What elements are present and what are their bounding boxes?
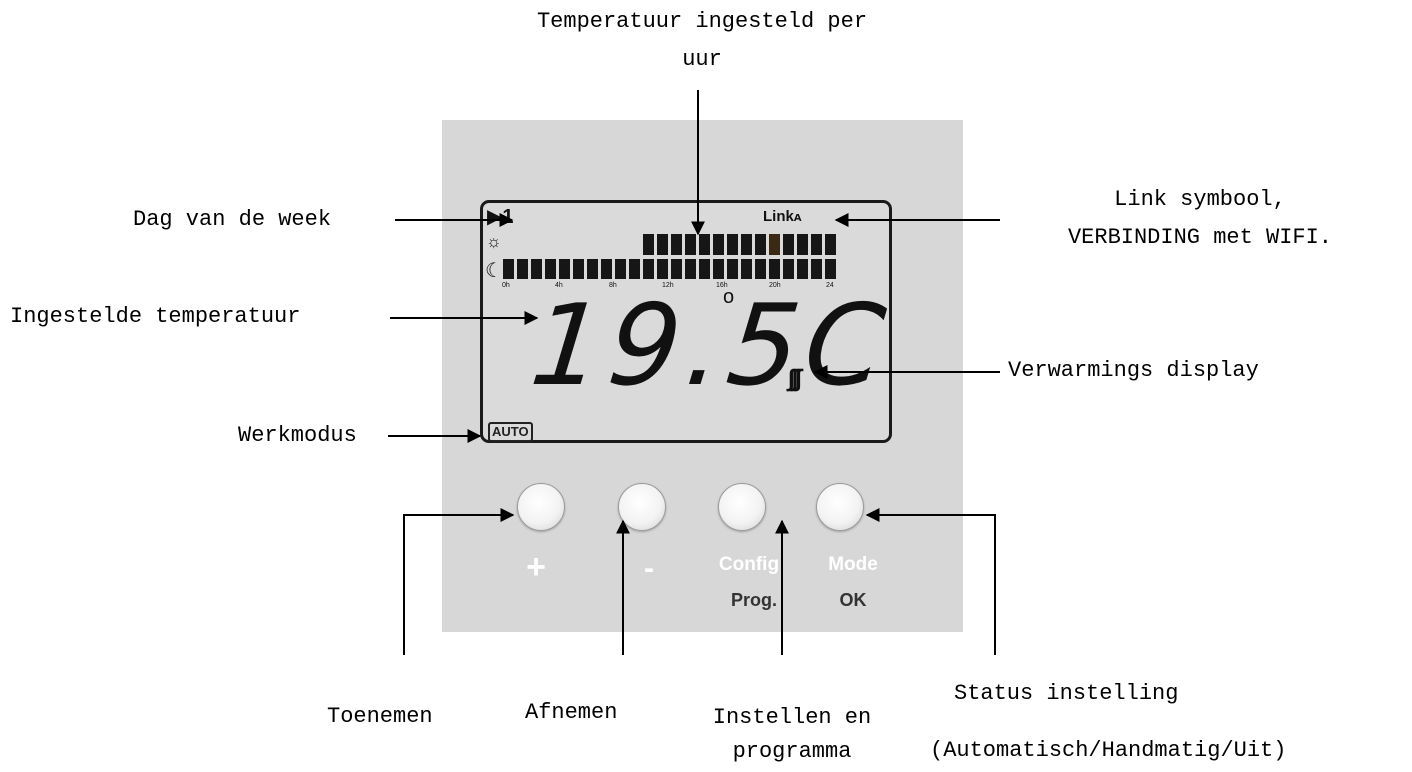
- arrow-status-setting: [865, 508, 996, 655]
- arrow-increase: [403, 508, 515, 655]
- annotation-arrows: [388, 90, 1000, 655]
